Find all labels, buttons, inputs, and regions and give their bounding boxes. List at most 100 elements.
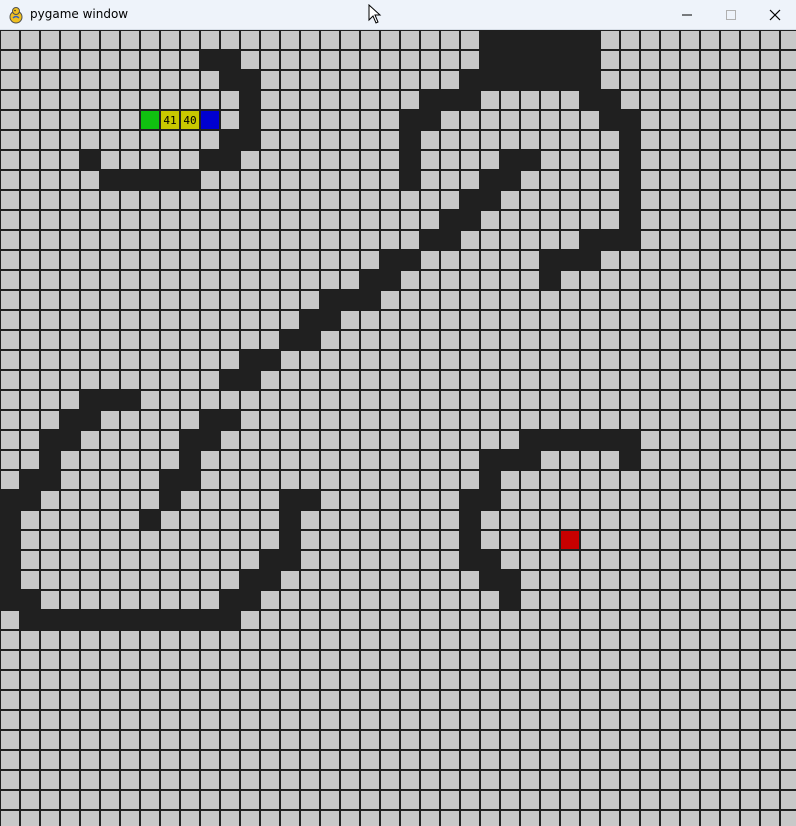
grid-cell[interactable] [501,791,519,809]
grid-cell[interactable] [261,471,279,489]
grid-cell[interactable] [581,531,599,549]
grid-cell[interactable] [301,431,319,449]
grid-cell[interactable] [301,131,319,149]
grid-cell[interactable] [441,531,459,549]
grid-cell[interactable] [281,51,299,69]
grid-cell[interactable] [1,171,19,189]
grid-cell[interactable] [221,311,239,329]
grid-cell[interactable] [741,731,759,749]
wall-cell[interactable] [40,470,60,490]
grid-cell[interactable] [401,351,419,369]
wall-cell[interactable] [380,250,400,270]
grid-cell[interactable] [521,491,539,509]
wall-cell[interactable] [220,590,240,610]
grid-cell[interactable] [621,391,639,409]
wall-cell[interactable] [600,90,620,110]
grid-cell[interactable] [661,151,679,169]
grid-cell[interactable] [561,771,579,789]
grid-cell[interactable] [381,791,399,809]
wall-cell[interactable] [200,410,220,430]
grid-cell[interactable] [421,291,439,309]
grid-cell[interactable] [681,371,699,389]
grid-cell[interactable] [721,691,739,709]
grid-cell[interactable] [641,331,659,349]
grid-cell[interactable] [621,251,639,269]
grid-cell[interactable] [421,551,439,569]
grid-cell[interactable] [761,611,779,629]
grid-cell[interactable] [81,271,99,289]
grid-cell[interactable] [121,691,139,709]
grid-cell[interactable] [761,311,779,329]
wall-cell[interactable] [240,110,260,130]
grid-cell[interactable] [761,291,779,309]
grid-cell[interactable] [341,471,359,489]
grid-cell[interactable] [321,611,339,629]
grid-cell[interactable] [441,511,459,529]
grid-cell[interactable] [21,231,39,249]
grid-cell[interactable] [21,91,39,109]
grid-cell[interactable] [261,411,279,429]
grid-cell[interactable] [481,791,499,809]
grid-cell[interactable] [1,671,19,689]
grid-cell[interactable] [661,791,679,809]
grid-cell[interactable] [281,411,299,429]
grid-cell[interactable] [281,191,299,209]
grid-cell[interactable] [781,471,796,489]
grid-cell[interactable] [661,451,679,469]
grid-cell[interactable] [581,311,599,329]
grid-cell[interactable] [781,271,796,289]
grid-cell[interactable] [101,151,119,169]
grid-cell[interactable] [21,751,39,769]
grid-cell[interactable] [761,271,779,289]
grid-cell[interactable] [1,331,19,349]
grid-cell[interactable] [41,371,59,389]
grid-cell[interactable] [21,691,39,709]
grid-cell[interactable] [281,231,299,249]
grid-cell[interactable] [261,511,279,529]
grid-cell[interactable] [221,791,239,809]
grid-cell[interactable] [1,311,19,329]
grid-cell[interactable] [721,791,739,809]
grid-cell[interactable] [741,131,759,149]
grid-cell[interactable] [161,671,179,689]
grid-cell[interactable] [501,391,519,409]
grid-cell[interactable] [721,91,739,109]
grid-cell[interactable] [241,771,259,789]
grid-cell[interactable] [121,631,139,649]
grid-cell[interactable] [81,191,99,209]
grid-cell[interactable] [161,51,179,69]
wall-cell[interactable] [280,490,300,510]
wall-cell[interactable] [480,470,500,490]
grid-cell[interactable] [581,391,599,409]
wall-cell[interactable] [340,290,360,310]
grid-cell[interactable] [601,191,619,209]
grid-cell[interactable] [161,331,179,349]
grid-cell[interactable] [281,691,299,709]
grid-cell[interactable] [161,451,179,469]
grid-cell[interactable] [141,211,159,229]
grid-cell[interactable] [501,191,519,209]
grid-cell[interactable] [401,611,419,629]
grid-cell[interactable] [741,271,759,289]
grid-cell[interactable] [361,771,379,789]
grid-cell[interactable] [461,591,479,609]
grid-cell[interactable] [341,191,359,209]
grid-cell[interactable] [621,331,639,349]
grid-cell[interactable] [181,551,199,569]
grid-cell[interactable] [121,351,139,369]
grid-cell[interactable] [761,491,779,509]
grid-cell[interactable] [521,731,539,749]
grid-cell[interactable] [141,691,159,709]
grid-cell[interactable] [361,191,379,209]
grid-cell[interactable] [521,91,539,109]
grid-cell[interactable] [461,451,479,469]
grid-cell[interactable] [701,331,719,349]
grid-cell[interactable] [121,751,139,769]
grid-cell[interactable] [641,31,659,49]
grid-cell[interactable] [761,711,779,729]
grid-cell[interactable] [701,811,719,826]
grid-cell[interactable] [261,131,279,149]
grid-cell[interactable] [21,71,39,89]
grid-cell[interactable] [581,371,599,389]
grid-cell[interactable] [61,191,79,209]
